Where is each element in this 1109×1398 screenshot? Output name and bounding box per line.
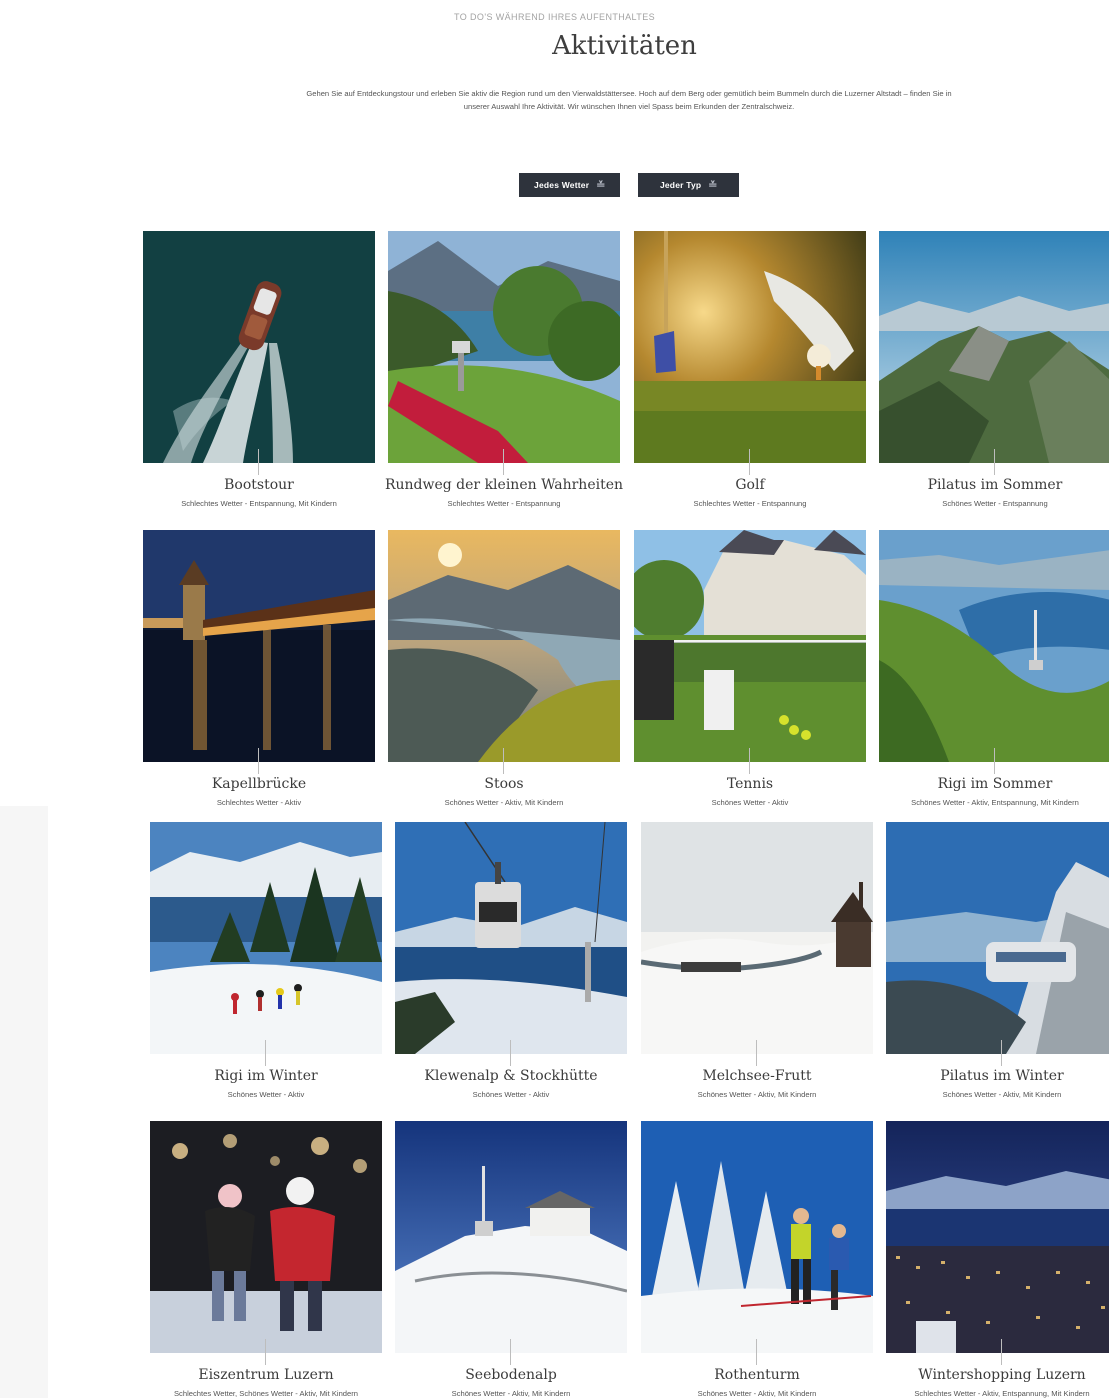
activity-image-tennis[interactable] bbox=[634, 530, 866, 762]
double-chevron-down-icon: ≚ bbox=[708, 179, 719, 190]
activity-card-eiszentrum[interactable]: Eiszentrum Luzern Schlechtes Wetter, Sch… bbox=[150, 1121, 382, 1398]
card-connector-line bbox=[994, 748, 995, 774]
activity-tags: Schlechtes Wetter - Aktiv, Entspannung, … bbox=[914, 1389, 1090, 1398]
activity-title[interactable]: Rothenturm bbox=[621, 1367, 893, 1383]
activity-title[interactable]: Rigi im Winter bbox=[130, 1068, 402, 1084]
weather-filter-dropdown[interactable]: Jedes Wetter ≚ bbox=[519, 173, 620, 197]
activity-card-klewenalp[interactable]: Klewenalp & Stockhütte Schönes Wetter - … bbox=[395, 822, 627, 1099]
activity-title[interactable]: Tennis bbox=[614, 776, 886, 792]
activity-title[interactable]: Rundweg der kleinen Wahrheiten bbox=[368, 477, 640, 493]
type-filter-dropdown[interactable]: Jeder Typ ≚ bbox=[638, 173, 739, 197]
activity-image-klewenalp[interactable] bbox=[395, 822, 627, 1054]
activity-card-pilatus-winter[interactable]: Pilatus im Winter Schönes Wetter - Aktiv… bbox=[886, 822, 1109, 1099]
activity-title[interactable]: Golf bbox=[614, 477, 886, 493]
intro-text: Gehen Sie auf Entdeckungstour und erlebe… bbox=[306, 89, 952, 111]
section-eyebrow: TO DO'S WÄHREND IHRES AUFENTHALTES bbox=[453, 12, 655, 22]
activity-image-boat-tour[interactable] bbox=[143, 231, 375, 463]
activity-card-melchsee-frutt[interactable]: Melchsee-Frutt Schönes Wetter - Aktiv, M… bbox=[641, 822, 873, 1099]
card-connector-line bbox=[503, 449, 504, 475]
activity-image-stoos[interactable] bbox=[388, 530, 620, 762]
activity-title[interactable]: Bootstour bbox=[123, 477, 395, 493]
activity-card-bootstour[interactable]: Bootstour Schlechtes Wetter - Entspannun… bbox=[143, 231, 375, 508]
activity-tags: Schönes Wetter - Entspannung bbox=[942, 499, 1048, 508]
activity-card-kapellbruecke[interactable]: Kapellbrücke Schlechtes Wetter - Aktiv bbox=[143, 530, 375, 807]
card-connector-line bbox=[510, 1040, 511, 1066]
activity-image-eiszentrum[interactable] bbox=[150, 1121, 382, 1353]
activity-title[interactable]: Wintershopping Luzern bbox=[866, 1367, 1109, 1383]
card-connector-line bbox=[265, 1040, 266, 1066]
card-connector-line bbox=[510, 1339, 511, 1365]
activity-card-rothenturm[interactable]: Rothenturm Schönes Wetter - Aktiv, Mit K… bbox=[641, 1121, 873, 1398]
activity-image-rundweg[interactable] bbox=[388, 231, 620, 463]
card-connector-line bbox=[258, 748, 259, 774]
activity-image-melchsee-frutt[interactable] bbox=[641, 822, 873, 1054]
weather-filter-label: Jedes Wetter bbox=[534, 180, 590, 190]
card-connector-line bbox=[1001, 1040, 1002, 1066]
activity-image-rothenturm[interactable] bbox=[641, 1121, 873, 1353]
activity-card-tennis[interactable]: Tennis Schönes Wetter - Aktiv bbox=[634, 530, 866, 807]
activity-card-seebodenalp[interactable]: Seebodenalp Schönes Wetter - Aktiv, Mit … bbox=[395, 1121, 627, 1398]
activity-image-rigi-winter[interactable] bbox=[150, 822, 382, 1054]
activity-image-rigi-summer[interactable] bbox=[879, 530, 1109, 762]
activity-tags: Schönes Wetter - Aktiv, Mit Kindern bbox=[942, 1090, 1062, 1099]
card-connector-line bbox=[749, 748, 750, 774]
activity-title[interactable]: Kapellbrücke bbox=[123, 776, 395, 792]
activity-title[interactable]: Rigi im Sommer bbox=[859, 776, 1109, 792]
activity-card-wintershopping[interactable]: Wintershopping Luzern Schlechtes Wetter … bbox=[886, 1121, 1109, 1398]
activity-title[interactable]: Melchsee-Frutt bbox=[621, 1068, 893, 1084]
activity-image-kapellbruecke[interactable] bbox=[143, 530, 375, 762]
card-connector-line bbox=[994, 449, 995, 475]
activity-title[interactable]: Pilatus im Sommer bbox=[859, 477, 1109, 493]
page-title: Aktivitäten bbox=[552, 31, 697, 61]
type-filter-label: Jeder Typ bbox=[659, 180, 702, 190]
card-connector-line bbox=[258, 449, 259, 475]
activity-image-pilatus-winter[interactable] bbox=[886, 822, 1109, 1054]
activity-card-rundweg[interactable]: Rundweg der kleinen Wahrheiten Schlechte… bbox=[385, 231, 623, 508]
activity-image-golf[interactable] bbox=[634, 231, 866, 463]
activity-card-stoos[interactable]: Stoos Schönes Wetter - Aktiv, Mit Kinder… bbox=[388, 530, 620, 807]
double-chevron-down-icon: ≚ bbox=[596, 179, 607, 190]
activity-card-pilatus-sommer[interactable]: Pilatus im Sommer Schönes Wetter - Entsp… bbox=[879, 231, 1109, 508]
page-side-band bbox=[0, 806, 48, 1398]
activity-title[interactable]: Stoos bbox=[368, 776, 640, 792]
card-connector-line bbox=[756, 1339, 757, 1365]
activity-card-rigi-sommer[interactable]: Rigi im Sommer Schönes Wetter - Aktiv, E… bbox=[879, 530, 1109, 807]
activity-title[interactable]: Klewenalp & Stockhütte bbox=[375, 1068, 647, 1084]
card-connector-line bbox=[749, 449, 750, 475]
activity-card-rigi-winter[interactable]: Rigi im Winter Schönes Wetter - Aktiv bbox=[150, 822, 382, 1099]
activity-tags: Schönes Wetter - Aktiv, Entspannung, Mit… bbox=[911, 798, 1079, 807]
activity-title[interactable]: Eiszentrum Luzern bbox=[130, 1367, 402, 1383]
card-connector-line bbox=[1001, 1339, 1002, 1365]
card-connector-line bbox=[756, 1040, 757, 1066]
card-connector-line bbox=[503, 748, 504, 774]
activity-title[interactable]: Seebodenalp bbox=[375, 1367, 647, 1383]
card-connector-line bbox=[265, 1339, 266, 1365]
activity-image-wintershopping[interactable] bbox=[886, 1121, 1109, 1353]
activity-image-seebodenalp[interactable] bbox=[395, 1121, 627, 1353]
activity-image-pilatus-summer[interactable] bbox=[879, 231, 1109, 463]
activity-card-golf[interactable]: Golf Schlechtes Wetter - Entspannung bbox=[634, 231, 866, 508]
activity-title[interactable]: Pilatus im Winter bbox=[866, 1068, 1109, 1084]
